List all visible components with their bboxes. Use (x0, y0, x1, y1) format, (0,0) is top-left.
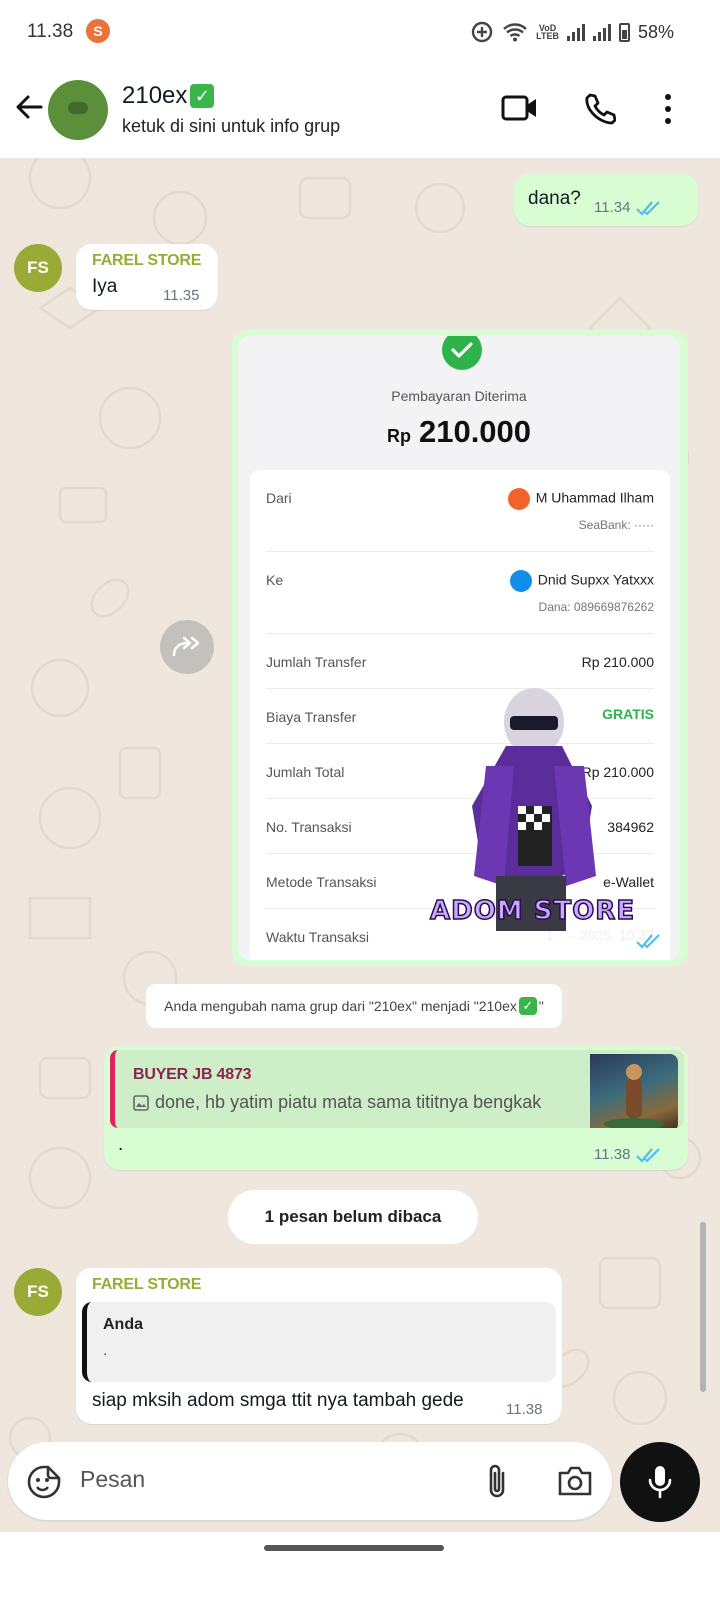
image-message-bubble[interactable]: Pembayaran Diterima Rp 210.000 Dari M Uha… (232, 330, 688, 966)
sender-avatar[interactable]: FS (14, 244, 62, 292)
receipt-row-to: Ke Dnid Supxx Yatxxx Dana: 089669876262 (266, 552, 654, 634)
quoted-sender: BUYER JB 4873 (133, 1066, 252, 1083)
status-bar: 11.38 S VoD LTEB 58% (0, 0, 720, 66)
group-name-text: 210ex (122, 82, 188, 109)
chat-area[interactable]: dana? 11.34 FS FAREL STORE Iya 11.35 Pem… (0, 158, 720, 1532)
voice-record-button[interactable] (620, 1442, 700, 1522)
voice-call-icon[interactable] (582, 92, 616, 126)
system-notification: Anda mengubah nama grup dari "210ex" men… (146, 984, 562, 1028)
quoted-message[interactable]: BUYER JB 4873 done, hb yatim piatu mata … (110, 1050, 684, 1128)
unread-messages-divider: 1 pesan belum dibaca (228, 1190, 478, 1244)
read-receipt-icon (636, 201, 661, 216)
forward-button[interactable] (160, 620, 214, 674)
message-time: 11.37 (594, 932, 662, 949)
message-time: 11.38 (594, 1146, 662, 1163)
status-time: 11.38 (27, 21, 74, 42)
signal-1-icon (566, 23, 585, 41)
quoted-sender: Anda (103, 1316, 143, 1333)
message-time: 11.35 (163, 287, 200, 304)
read-receipt-icon (636, 934, 661, 949)
more-options-icon[interactable] (660, 92, 676, 126)
success-check-icon (442, 336, 482, 370)
status-icons: VoD LTEB 58% (470, 20, 674, 44)
quoted-message[interactable]: Anda . (82, 1302, 556, 1382)
receipt-title: Pembayaran Diterima (391, 388, 527, 404)
check-mark-emoji-icon: ✓ (190, 84, 215, 108)
message-time: 11.38 (506, 1401, 543, 1418)
data-saver-icon (471, 21, 493, 43)
wifi-icon (503, 23, 527, 42)
back-arrow-icon[interactable] (14, 92, 44, 122)
forward-arrows-icon (172, 636, 200, 657)
user-icon (507, 488, 530, 510)
message-text: dana? (528, 188, 581, 209)
gesture-navigation-bar[interactable] (264, 1545, 444, 1551)
message-input[interactable]: Pesan (8, 1442, 612, 1520)
incoming-message-bubble[interactable]: FAREL STORE Iya 11.35 (76, 244, 218, 310)
sender-avatar[interactable]: FS (14, 1268, 62, 1316)
battery-percent: 58% (637, 21, 674, 42)
battery-icon (618, 22, 630, 42)
group-avatar[interactable] (48, 80, 108, 140)
message-text: Iya (92, 276, 118, 297)
sender-name[interactable]: FAREL STORE (92, 1276, 201, 1294)
sticker-emoji-icon[interactable] (26, 1464, 62, 1500)
read-receipt-icon (636, 1148, 661, 1163)
chat-header: 210ex ✓ ketuk di sini untuk info grup (0, 66, 720, 158)
receipt-row-from: Dari M Uhammad Ilham SeaBank: ····· (266, 470, 654, 552)
receipt-amount: Rp 210.000 (386, 414, 532, 449)
shopee-notification-icon: S (86, 19, 110, 43)
bottom-bar (0, 1532, 720, 1600)
camera-icon[interactable] (556, 1464, 594, 1498)
payment-receipt-image[interactable]: Pembayaran Diterima Rp 210.000 Dari M Uha… (238, 336, 680, 960)
sticker-caption: ADOM STORE (429, 895, 636, 927)
group-info-hint[interactable]: ketuk di sini untuk info grup (122, 116, 340, 137)
outgoing-message-bubble[interactable]: dana? 11.34 (514, 174, 698, 226)
quoted-text: done, hb yatim piatu mata sama tititnya … (133, 1092, 541, 1113)
message-text: siap mksih adom smga ttit nya tambah ged… (92, 1390, 464, 1411)
message-time: 11.34 (594, 199, 662, 216)
message-text: . (118, 1134, 124, 1155)
signal-2-icon (592, 23, 611, 41)
incoming-reply-bubble[interactable]: FAREL STORE Anda . siap mksih adom smga … (76, 1268, 562, 1424)
attachment-clip-icon[interactable] (484, 1462, 510, 1500)
video-call-icon[interactable] (500, 92, 540, 124)
quoted-image-thumbnail (590, 1054, 678, 1128)
dana-wallet-icon (509, 570, 532, 592)
outgoing-reply-bubble[interactable]: BUYER JB 4873 done, hb yatim piatu mata … (104, 1046, 688, 1170)
group-name[interactable]: 210ex ✓ (122, 82, 215, 110)
quoted-text: . (103, 1342, 108, 1359)
check-mark-emoji-icon: ✓ (518, 997, 537, 1015)
input-placeholder[interactable]: Pesan (80, 1466, 145, 1493)
volte-indicator: VoD LTEB (536, 23, 559, 41)
microphone-icon (648, 1466, 672, 1499)
scrollbar[interactable] (700, 1222, 706, 1392)
image-icon (133, 1094, 149, 1111)
sender-name[interactable]: FAREL STORE (92, 252, 201, 270)
